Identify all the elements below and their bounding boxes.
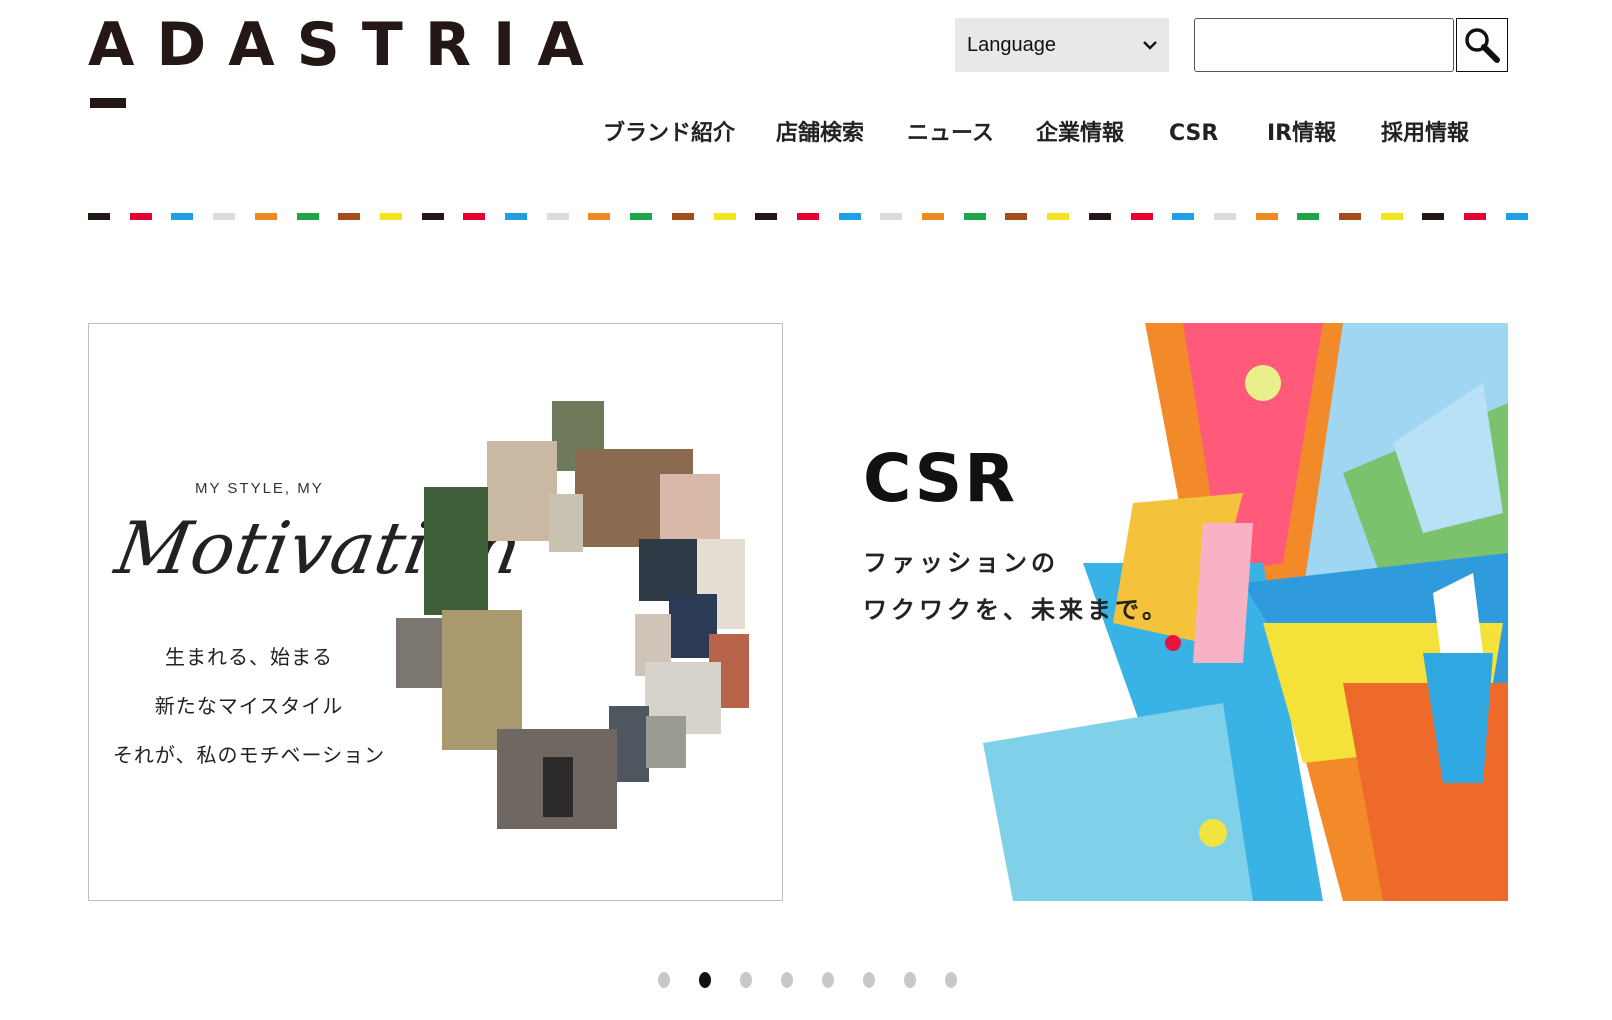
stripe-segment (171, 213, 194, 220)
stripe-segment (254, 213, 277, 220)
stripe-segment (1213, 213, 1236, 220)
carousel-slide-motivation[interactable]: MY STYLE, MY Motivation 生まれる、始まる 新たなマイスタ… (88, 323, 783, 901)
logo-underline (90, 98, 126, 108)
carousel-dot[interactable] (904, 972, 916, 988)
stripe-segment (1255, 213, 1278, 220)
nav-item-store-search[interactable]: 店舗検索 (776, 116, 864, 152)
stripe-segment (1172, 213, 1195, 220)
stripe-segment (379, 213, 402, 220)
carousel-dot[interactable] (658, 972, 670, 988)
carousel-dot[interactable] (781, 972, 793, 988)
stripe-segment (1047, 213, 1070, 220)
stripe-segment (421, 213, 444, 220)
carousel-dot[interactable] (740, 972, 752, 988)
search-button[interactable] (1456, 18, 1508, 72)
stripe-segment (880, 213, 903, 220)
chevron-down-icon (1143, 41, 1157, 50)
carousel-dot[interactable] (945, 972, 957, 988)
stripe-segment (338, 213, 361, 220)
stripe-segment (796, 213, 819, 220)
stripe-segment (588, 213, 611, 220)
stripe-segment (88, 213, 110, 220)
carousel-dot[interactable] (699, 972, 711, 988)
logo-wordmark: ADASTRIA (88, 10, 606, 80)
carousel-pagination (0, 972, 1612, 992)
stripe-segment (1339, 213, 1361, 220)
stripe-segment (1297, 213, 1320, 220)
language-select-value: Language (967, 33, 1056, 56)
slide-csr-title: CSR (863, 440, 1018, 517)
search-icon (1465, 28, 1500, 63)
search-input[interactable] (1194, 18, 1454, 72)
nav-item-recruit[interactable]: 採用情報 (1381, 116, 1469, 152)
stripe-segment (671, 213, 694, 220)
stripe-segment (463, 213, 486, 220)
stripe-segment (1422, 213, 1445, 220)
nav-item-brands[interactable]: ブランド紹介 (603, 116, 735, 152)
language-select[interactable]: Language (955, 18, 1169, 72)
nav-item-company[interactable]: 企業情報 (1036, 116, 1124, 152)
stripe-segment (1464, 213, 1487, 220)
slide-csr-subtitle-1: ファッションの (863, 549, 1059, 577)
stripe-segment (129, 213, 152, 220)
stripe-segment (213, 213, 236, 220)
carousel-dot[interactable] (863, 972, 875, 988)
photo-collage (396, 401, 749, 829)
stripe-segment (922, 213, 944, 220)
global-nav: ブランド紹介 店舗検索 ニュース 企業情報 CSR IR情報 採用情報 (0, 116, 1612, 156)
stripe-segment (713, 213, 736, 220)
stripe-segment (1505, 213, 1528, 220)
stripe-segment (296, 213, 319, 220)
stripe-segment (1005, 213, 1028, 220)
stripe-segment (963, 213, 986, 220)
stripe-segment (838, 213, 861, 220)
stripe-segment (546, 213, 569, 220)
stripe-segment (630, 213, 653, 220)
carousel-dot[interactable] (822, 972, 834, 988)
adastria-logo[interactable]: ADASTRIA (88, 10, 606, 114)
stripe-segment (1088, 213, 1111, 220)
nav-item-ir[interactable]: IR情報 (1267, 116, 1336, 152)
color-stripe-divider (88, 213, 1528, 220)
stripe-segment (1380, 213, 1403, 220)
stripe-segment (755, 213, 778, 220)
slide-csr-subtitle-2: ワクワクを、未来まで。 (863, 596, 1171, 624)
nav-item-csr[interactable]: CSR (1169, 116, 1218, 152)
stripe-segment (505, 213, 527, 220)
stripe-segment (1130, 213, 1153, 220)
nav-item-news[interactable]: ニュース (907, 116, 994, 152)
